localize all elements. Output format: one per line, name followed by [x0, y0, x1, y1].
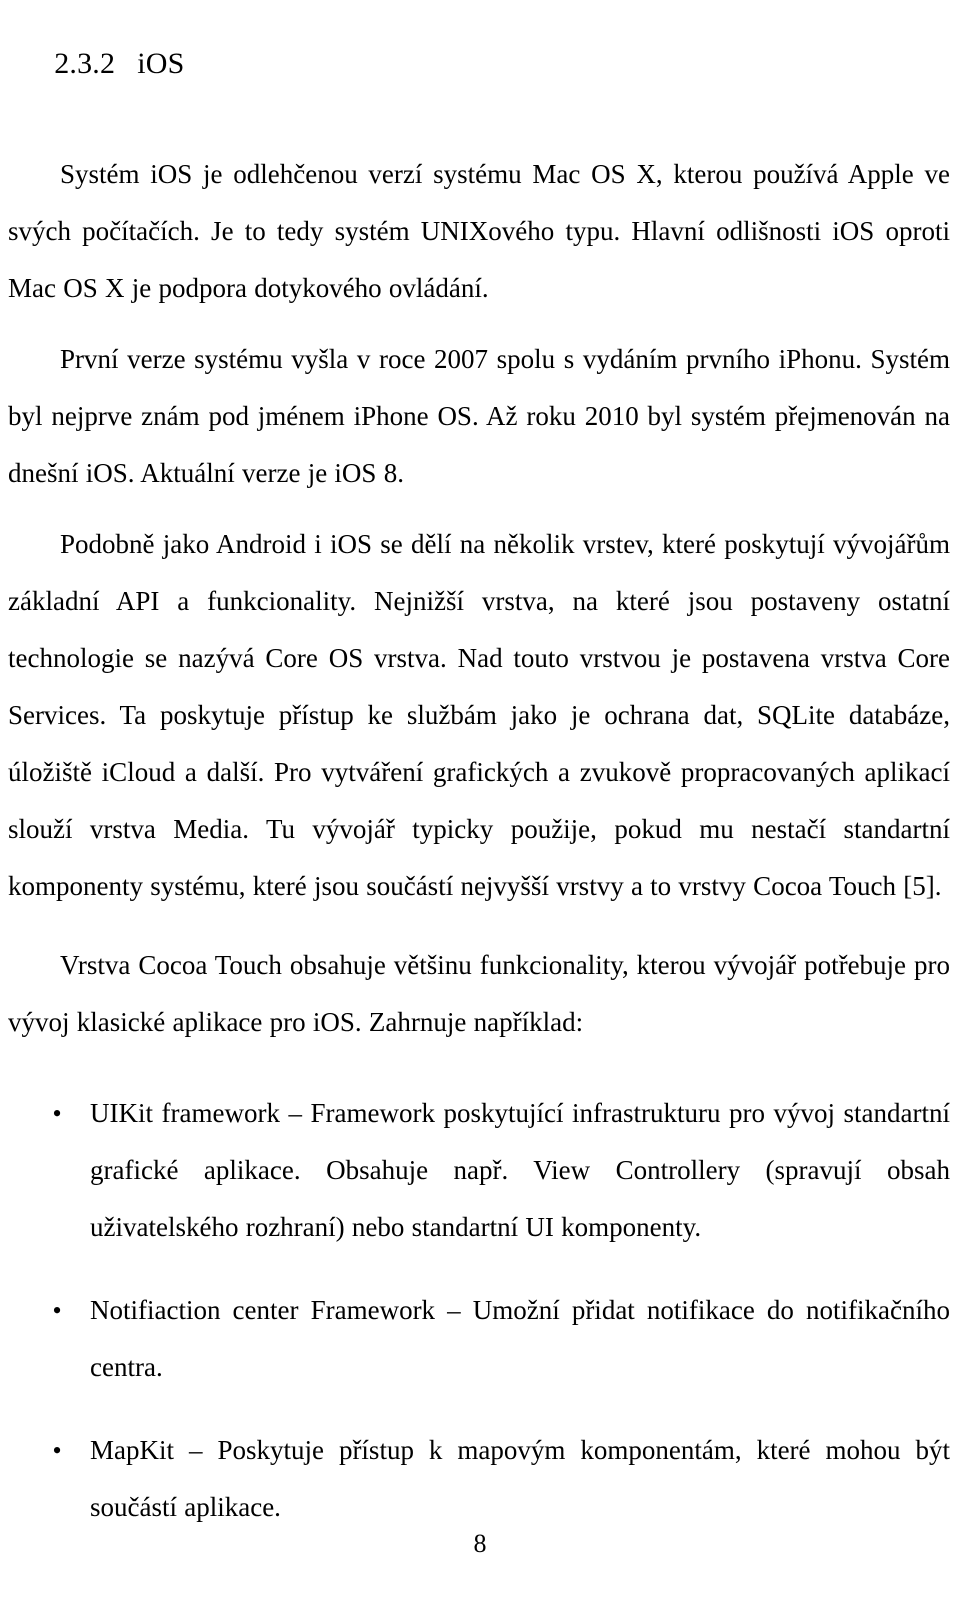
paragraph-layers: Podobně jako Android i iOS se dělí na ně… — [8, 529, 950, 901]
page-content: 2.3.2 iOS Systém iOS je odlehčenou verzí … — [8, 0, 950, 1536]
list-item-text: UIKit framework – Framework poskytující … — [90, 1098, 950, 1242]
bullet-icon: • — [52, 1296, 62, 1325]
section-heading: 2.3.2 iOS — [8, 0, 950, 124]
section-number: 2.3.2 — [54, 47, 116, 80]
section-title: iOS — [137, 47, 185, 80]
spacer-after-heading — [8, 124, 950, 146]
bullet-icon: • — [52, 1436, 62, 1465]
list-item: • Notifiaction center Framework – Umožní… — [8, 1282, 950, 1396]
list-item: • UIKit framework – Framework poskytujíc… — [8, 1085, 950, 1256]
list-item-text: MapKit – Poskytuje přístup k mapovým kom… — [90, 1435, 950, 1522]
page-number: 8 — [473, 1529, 487, 1558]
paragraph-intro: Systém iOS je odlehčenou verzí systému M… — [8, 159, 950, 303]
cocoa-touch-feature-list: • UIKit framework – Framework poskytujíc… — [8, 1085, 950, 1536]
list-item-text: Notifiaction center Framework – Umožní p… — [90, 1295, 950, 1382]
spacer-before-list — [8, 1051, 950, 1085]
bullet-icon: • — [52, 1099, 62, 1128]
paragraph-cocoa-touch: Vrstva Cocoa Touch obsahuje většinu funk… — [8, 950, 950, 1037]
list-item: • MapKit – Poskytuje přístup k mapovým k… — [8, 1422, 950, 1536]
document-page: 2.3.2 iOS Systém iOS je odlehčenou verzí … — [0, 0, 960, 1604]
paragraph-history: První verze systému vyšla v roce 2007 sp… — [8, 344, 950, 488]
